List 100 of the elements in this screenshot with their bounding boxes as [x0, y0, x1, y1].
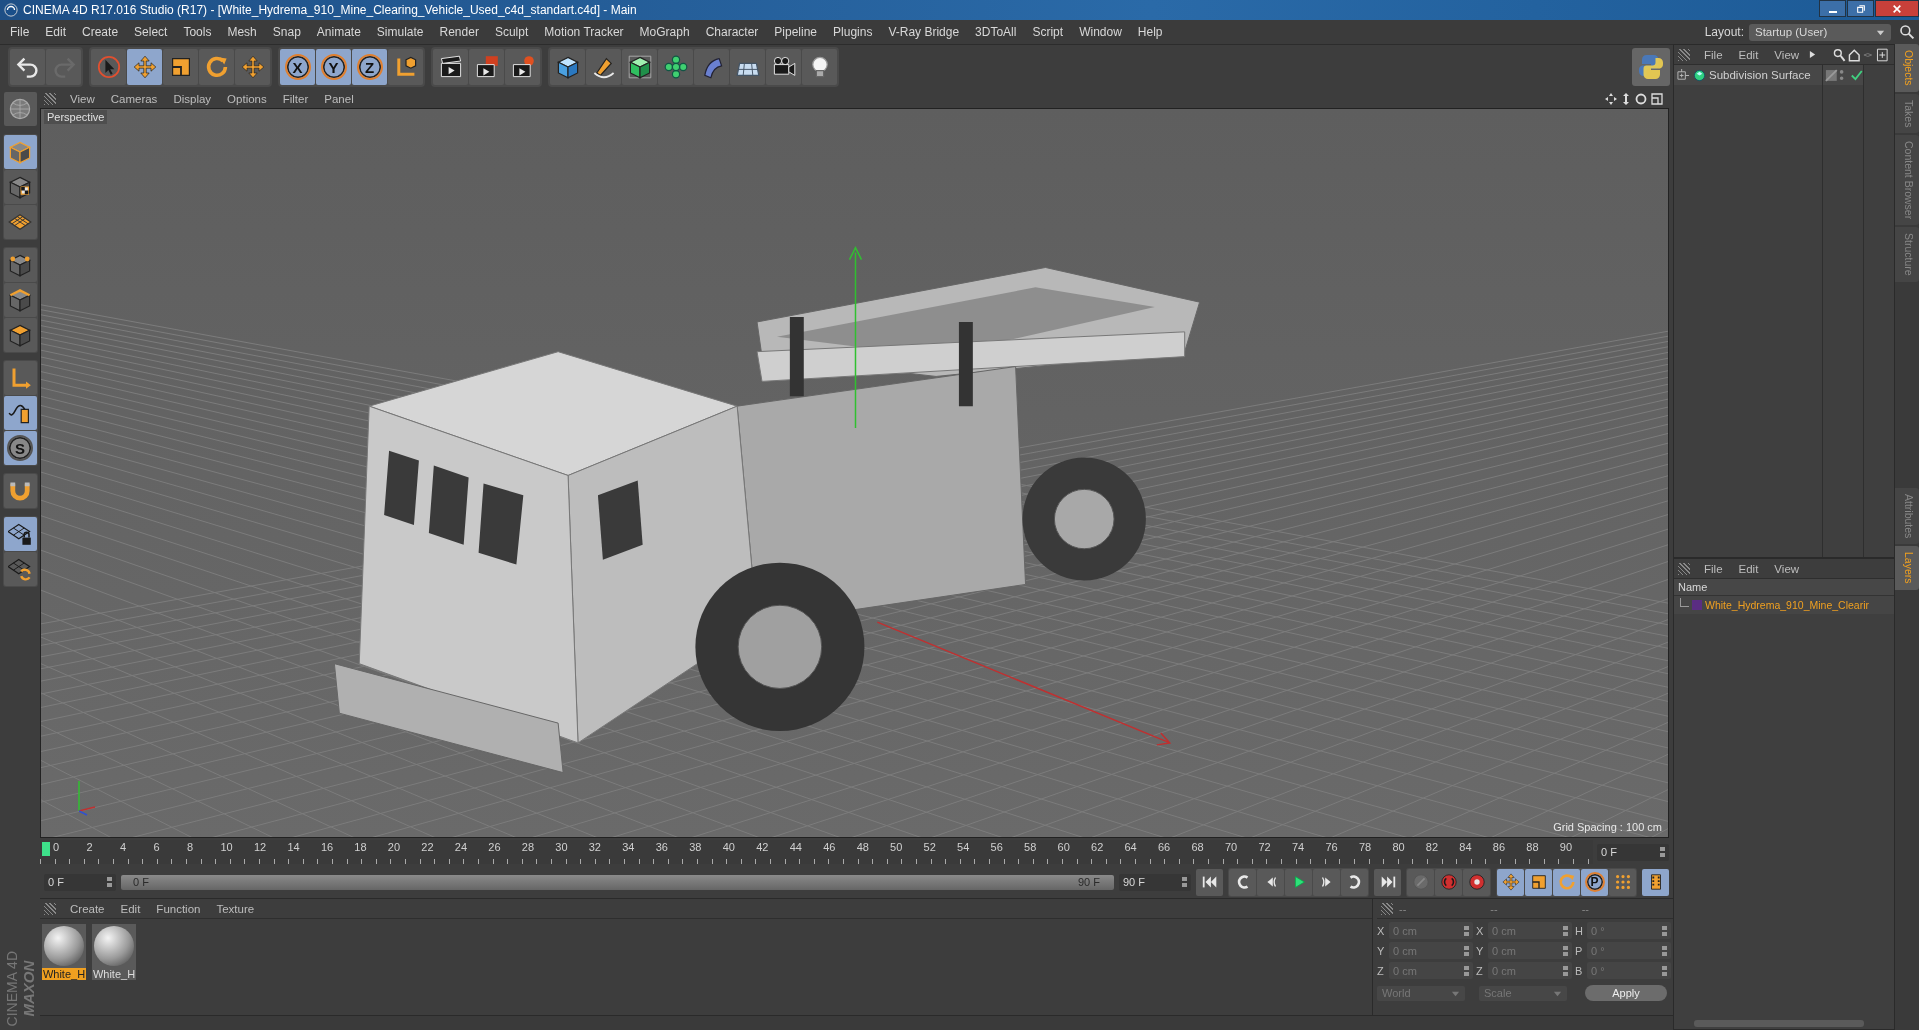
- spinner-icon[interactable]: [1660, 847, 1665, 857]
- spinner-icon[interactable]: [107, 877, 112, 887]
- axis-lock-button[interactable]: Z: [352, 49, 387, 85]
- current-frame-field[interactable]: 0 F: [1597, 843, 1669, 861]
- menu-item[interactable]: Mesh: [219, 25, 265, 39]
- menu-item[interactable]: Texture: [208, 902, 263, 915]
- menu-item[interactable]: Script: [1024, 25, 1072, 39]
- material-preview[interactable]: [94, 926, 134, 966]
- workplane-align-button[interactable]: [3, 552, 37, 586]
- menu-item[interactable]: Edit: [112, 902, 149, 915]
- check-icon[interactable]: [1850, 68, 1863, 82]
- axis-lock-button[interactable]: Y: [316, 49, 351, 85]
- model-button[interactable]: [3, 135, 37, 169]
- rotate-tool-button[interactable]: [199, 49, 234, 85]
- menu-item[interactable]: Panel: [316, 92, 362, 105]
- render-settings-button[interactable]: [505, 49, 540, 85]
- scroll-bar[interactable]: [1694, 1020, 1864, 1027]
- menu-item[interactable]: File: [1696, 48, 1731, 61]
- menu-item[interactable]: View: [1766, 48, 1808, 61]
- subdivision-button[interactable]: [622, 49, 657, 85]
- next-key-button[interactable]: [1341, 868, 1368, 896]
- restore-button[interactable]: [1847, 0, 1874, 17]
- menu-item[interactable]: Sculpt: [486, 25, 537, 39]
- menu-item[interactable]: Create: [74, 25, 127, 39]
- menu-item[interactable]: Window: [1071, 25, 1130, 39]
- axis-mode-button[interactable]: [3, 361, 37, 395]
- timeline-button[interactable]: [1642, 868, 1669, 896]
- object-row[interactable]: Subdivision Surface: [1674, 65, 1822, 85]
- layer-row[interactable]: White_Hydrema_910_Mine_Clearir: [1674, 596, 1894, 614]
- key-rotation-button[interactable]: [1553, 868, 1580, 896]
- panel-grip-icon[interactable]: [1678, 562, 1690, 575]
- side-tab[interactable]: Layers: [1895, 546, 1919, 590]
- spinner-icon[interactable]: [1182, 877, 1187, 887]
- panel-grip-icon[interactable]: [44, 902, 56, 915]
- menu-item[interactable]: Character: [697, 25, 767, 39]
- camera-button[interactable]: [766, 49, 801, 85]
- menu-item[interactable]: View: [62, 92, 103, 105]
- light-button[interactable]: [802, 49, 837, 85]
- menu-item[interactable]: File: [1696, 562, 1731, 575]
- previous-key-button[interactable]: [1229, 868, 1256, 896]
- go-to-start-button[interactable]: [1196, 868, 1223, 896]
- parameter-key-button[interactable]: P: [1581, 868, 1608, 896]
- render-view-button[interactable]: [433, 49, 468, 85]
- render-picture-viewer-button[interactable]: [469, 49, 504, 85]
- deformer-button[interactable]: [694, 49, 729, 85]
- tweak-mode-button[interactable]: [3, 396, 37, 430]
- search-icon[interactable]: [1899, 24, 1915, 40]
- menu-item[interactable]: Help: [1129, 25, 1171, 39]
- layer-icon[interactable]: [1825, 68, 1838, 82]
- key-scale-button[interactable]: [1525, 868, 1552, 896]
- menu-item[interactable]: Edit: [1730, 562, 1767, 575]
- python-button[interactable]: [1632, 48, 1670, 86]
- panel-grip-icon[interactable]: [44, 92, 56, 105]
- panel-grip-icon[interactable]: [1678, 48, 1690, 61]
- texture-button[interactable]: [3, 170, 37, 204]
- scale-tool-button[interactable]: [163, 49, 198, 85]
- menu-item[interactable]: Create: [62, 902, 113, 915]
- previous-frame-button[interactable]: [1257, 868, 1284, 896]
- menu-item[interactable]: Pipeline: [766, 25, 826, 39]
- start-frame-field[interactable]: 0 F: [44, 873, 116, 891]
- side-tab[interactable]: Objects: [1895, 44, 1919, 92]
- keyframe-selection-button[interactable]: [1463, 868, 1490, 896]
- menu-item[interactable]: Tools: [175, 25, 220, 39]
- menu-item[interactable]: Function: [148, 902, 209, 915]
- menu-item[interactable]: File: [2, 25, 38, 39]
- coordinate-system-button[interactable]: [388, 49, 423, 85]
- menu-item[interactable]: Animate: [308, 25, 369, 39]
- undo-button[interactable]: [10, 49, 45, 85]
- caret-icon[interactable]: [1809, 50, 1817, 59]
- key-point-level-button[interactable]: [1609, 868, 1636, 896]
- layer-color-swatch[interactable]: [1692, 600, 1702, 610]
- next-frame-button[interactable]: [1313, 868, 1340, 896]
- cube-button[interactable]: [550, 49, 585, 85]
- material-name[interactable]: White_H: [42, 968, 86, 980]
- menu-item[interactable]: Snap: [264, 25, 309, 39]
- close-button[interactable]: [1875, 0, 1919, 17]
- workplane-lock-button[interactable]: [3, 517, 37, 551]
- menu-item[interactable]: Display: [165, 92, 220, 105]
- snap-button[interactable]: [3, 474, 37, 508]
- layout-dropdown[interactable]: Startup (User): [1749, 23, 1891, 41]
- end-frame-field[interactable]: 90 F: [1119, 873, 1191, 891]
- range-slider[interactable]: 0 F 90 F: [121, 874, 1114, 890]
- points-mode-button[interactable]: [3, 248, 37, 282]
- menu-item[interactable]: View: [1766, 562, 1808, 575]
- menu-item[interactable]: Select: [126, 25, 176, 39]
- expand-icon[interactable]: [1677, 68, 1690, 82]
- menu-item[interactable]: Options: [219, 92, 275, 105]
- edges-mode-button[interactable]: [3, 283, 37, 317]
- view-navigation-icon[interactable]: [1603, 91, 1665, 106]
- material-preview[interactable]: [44, 926, 84, 966]
- menu-item[interactable]: Render: [431, 25, 487, 39]
- snap-settings-button[interactable]: S: [3, 431, 37, 465]
- play-button[interactable]: [1285, 868, 1312, 896]
- workplane-button[interactable]: [3, 205, 37, 239]
- transform-tool-button[interactable]: [235, 49, 270, 85]
- panel-tools-icon[interactable]: [1833, 47, 1891, 62]
- cloner-button[interactable]: [658, 49, 693, 85]
- menu-item[interactable]: V-Ray Bridge: [880, 25, 968, 39]
- minimize-button[interactable]: [1819, 0, 1846, 17]
- floor-button[interactable]: [730, 49, 765, 85]
